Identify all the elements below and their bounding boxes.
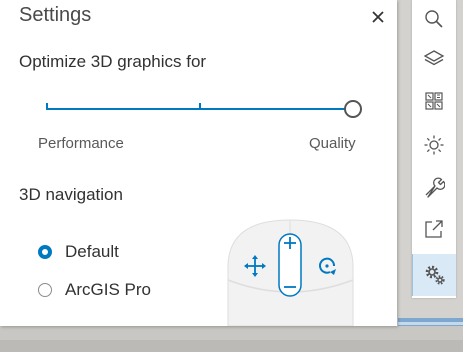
navigation-label: 3D navigation: [19, 185, 123, 204]
radio-button[interactable]: [38, 245, 52, 259]
slider-thumb[interactable]: [344, 100, 362, 118]
share-icon: [425, 220, 443, 238]
tool-settings-wrench[interactable]: [412, 168, 456, 206]
tool-daylight[interactable]: [412, 126, 456, 164]
panel-title: Settings: [19, 4, 92, 26]
radio-option-arcgis-pro[interactable]: ArcGIS Pro: [38, 280, 151, 300]
right-toolbar: [412, 0, 456, 298]
close-button[interactable]: [368, 7, 388, 27]
slider-tick: [199, 103, 201, 110]
radio-label: Default: [65, 242, 119, 261]
radio-button[interactable]: [38, 283, 52, 297]
map-background-shoreline: [398, 322, 463, 325]
radio-option-default[interactable]: Default: [38, 242, 119, 262]
tool-share[interactable]: [412, 210, 456, 248]
search-icon: [425, 10, 443, 28]
tool-settings[interactable]: [412, 254, 456, 296]
settings-panel: Settings Optimize 3D graphics for Perfor…: [0, 0, 397, 326]
mouse-navigation-illustration: [227, 219, 354, 326]
tool-search[interactable]: [412, 0, 456, 38]
wrench-icon: [425, 177, 445, 198]
sun-icon: [424, 135, 444, 155]
tool-layers[interactable]: [412, 40, 456, 78]
graphics-quality-label: Optimize 3D graphics for: [19, 52, 207, 71]
map-background-ground-lower: [0, 340, 463, 352]
slider-tick: [46, 103, 48, 110]
slider-track: [46, 108, 346, 110]
graphics-quality-slider[interactable]: [46, 99, 362, 119]
layers-icon: [423, 50, 445, 66]
radio-label: ArcGIS Pro: [65, 280, 151, 299]
slider-label-performance: Performance: [38, 135, 124, 152]
tool-grid[interactable]: [412, 82, 456, 120]
close-icon: [372, 11, 384, 23]
slider-label-quality: Quality: [309, 135, 356, 152]
gears-icon: [425, 265, 445, 285]
qr-grid-icon: [425, 92, 443, 110]
